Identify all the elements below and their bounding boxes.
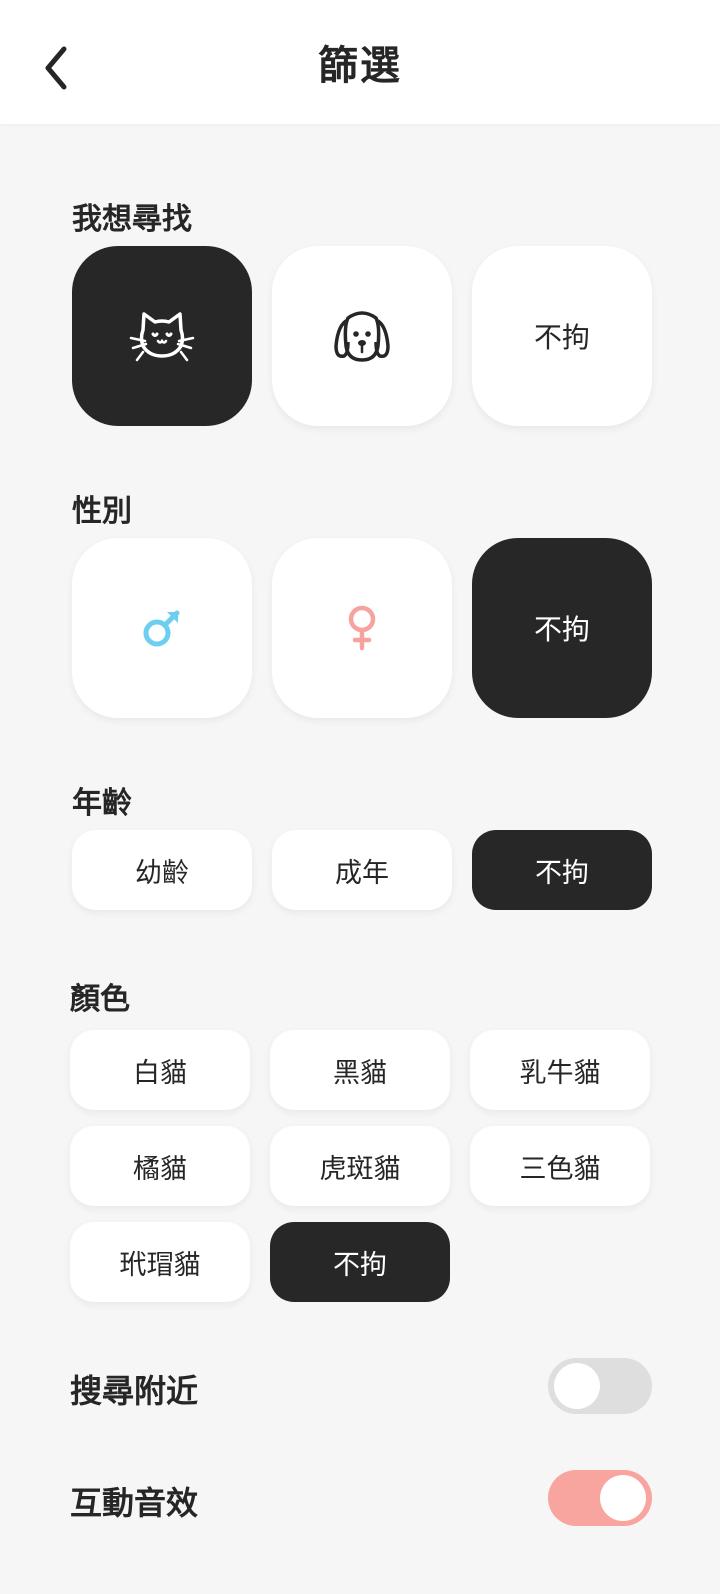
back-button[interactable] xyxy=(34,40,78,96)
option-any-gender[interactable]: 不拘 xyxy=(472,538,652,718)
color-label: 顏色 xyxy=(70,982,130,1017)
toggle-knob xyxy=(554,1363,600,1409)
dog-icon xyxy=(334,311,390,362)
color-option-white-label: 白貓 xyxy=(133,1057,187,1089)
gender-label: 性別 xyxy=(72,494,132,529)
age-option-any-label: 不拘 xyxy=(535,857,589,889)
option-any-species[interactable]: 不拘 xyxy=(472,246,652,426)
option-male[interactable] xyxy=(72,538,252,718)
toggle-knob xyxy=(600,1475,646,1521)
color-option-tuxedo[interactable]: 乳牛貓 xyxy=(470,1030,650,1110)
search-nearby-toggle[interactable] xyxy=(548,1358,652,1414)
color-option-orange-label: 橘貓 xyxy=(133,1153,187,1185)
age-option-adult-label: 成年 xyxy=(335,857,389,889)
color-option-calico[interactable]: 三色貓 xyxy=(470,1126,650,1206)
color-option-tabby-label: 虎斑貓 xyxy=(319,1153,401,1185)
sound-effects-label: 互動音效 xyxy=(70,1484,199,1522)
page-title: 篩選 xyxy=(318,43,402,89)
looking-for-label: 我想尋找 xyxy=(72,202,192,237)
color-option-tortoiseshell[interactable]: 玳瑁貓 xyxy=(70,1222,250,1302)
top-bar: 篩選 xyxy=(0,0,720,124)
color-option-tabby[interactable]: 虎斑貓 xyxy=(270,1126,450,1206)
option-any-species-label: 不拘 xyxy=(533,321,590,354)
color-option-black-label: 黑貓 xyxy=(333,1057,387,1089)
option-any-gender-label: 不拘 xyxy=(533,613,590,646)
age-option-young[interactable]: 幼齡 xyxy=(72,830,252,910)
age-option-any[interactable]: 不拘 xyxy=(472,830,652,910)
color-option-any[interactable]: 不拘 xyxy=(270,1222,450,1302)
option-dog[interactable] xyxy=(272,246,452,426)
option-female[interactable] xyxy=(272,538,452,718)
color-option-tortoiseshell-label: 玳瑁貓 xyxy=(119,1249,201,1281)
age-option-adult[interactable]: 成年 xyxy=(272,830,452,910)
chevron-left-icon xyxy=(45,46,67,90)
option-cat[interactable] xyxy=(72,246,252,426)
female-icon xyxy=(348,605,376,651)
age-option-young-label: 幼齡 xyxy=(135,857,189,889)
age-label: 年齡 xyxy=(72,786,132,821)
color-option-tuxedo-label: 乳牛貓 xyxy=(519,1057,601,1089)
search-nearby-label: 搜尋附近 xyxy=(70,1372,199,1410)
color-option-calico-label: 三色貓 xyxy=(519,1153,601,1185)
cat-icon xyxy=(129,312,195,362)
color-option-any-label: 不拘 xyxy=(333,1249,387,1281)
color-option-orange[interactable]: 橘貓 xyxy=(70,1126,250,1206)
color-option-black[interactable]: 黑貓 xyxy=(270,1030,450,1110)
color-option-white[interactable]: 白貓 xyxy=(70,1030,250,1110)
male-icon xyxy=(143,610,180,647)
sound-effects-toggle[interactable] xyxy=(548,1470,652,1526)
